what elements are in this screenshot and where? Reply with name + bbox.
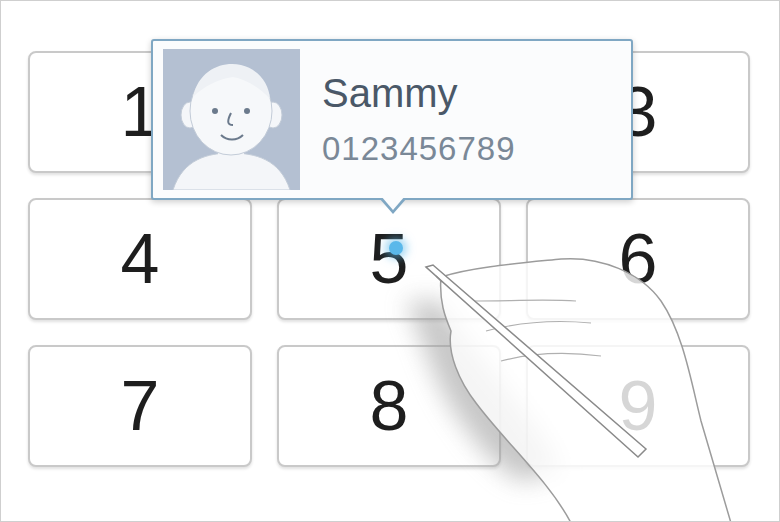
dial-key[interactable]: 7 xyxy=(28,345,252,467)
key-label: 4 xyxy=(121,221,160,298)
dial-key[interactable]: 8 xyxy=(277,345,501,467)
contact-info: Sammy 0123456789 xyxy=(322,71,516,168)
tooltip-pointer-icon xyxy=(379,198,407,214)
key-label: 8 xyxy=(370,368,409,445)
contact-number: 0123456789 xyxy=(322,130,516,168)
dial-key[interactable]: 5 xyxy=(277,198,501,320)
contact-name: Sammy xyxy=(322,71,516,116)
hover-dot-icon xyxy=(389,241,403,255)
dial-key[interactable]: 9 xyxy=(526,345,750,467)
hand-with-pen-icon xyxy=(1,1,780,522)
avatar-icon xyxy=(163,49,300,190)
contact-tooltip[interactable]: Sammy 0123456789 xyxy=(151,39,633,200)
key-label: 6 xyxy=(619,221,658,298)
key-label: 9 xyxy=(619,368,658,445)
dial-key[interactable]: 4 xyxy=(28,198,252,320)
key-label: 5 xyxy=(370,221,409,298)
dialpad-screen: 13456789Sammy0123456789 xyxy=(0,0,780,522)
key-label: 7 xyxy=(121,368,160,445)
dial-key[interactable]: 6 xyxy=(526,198,750,320)
